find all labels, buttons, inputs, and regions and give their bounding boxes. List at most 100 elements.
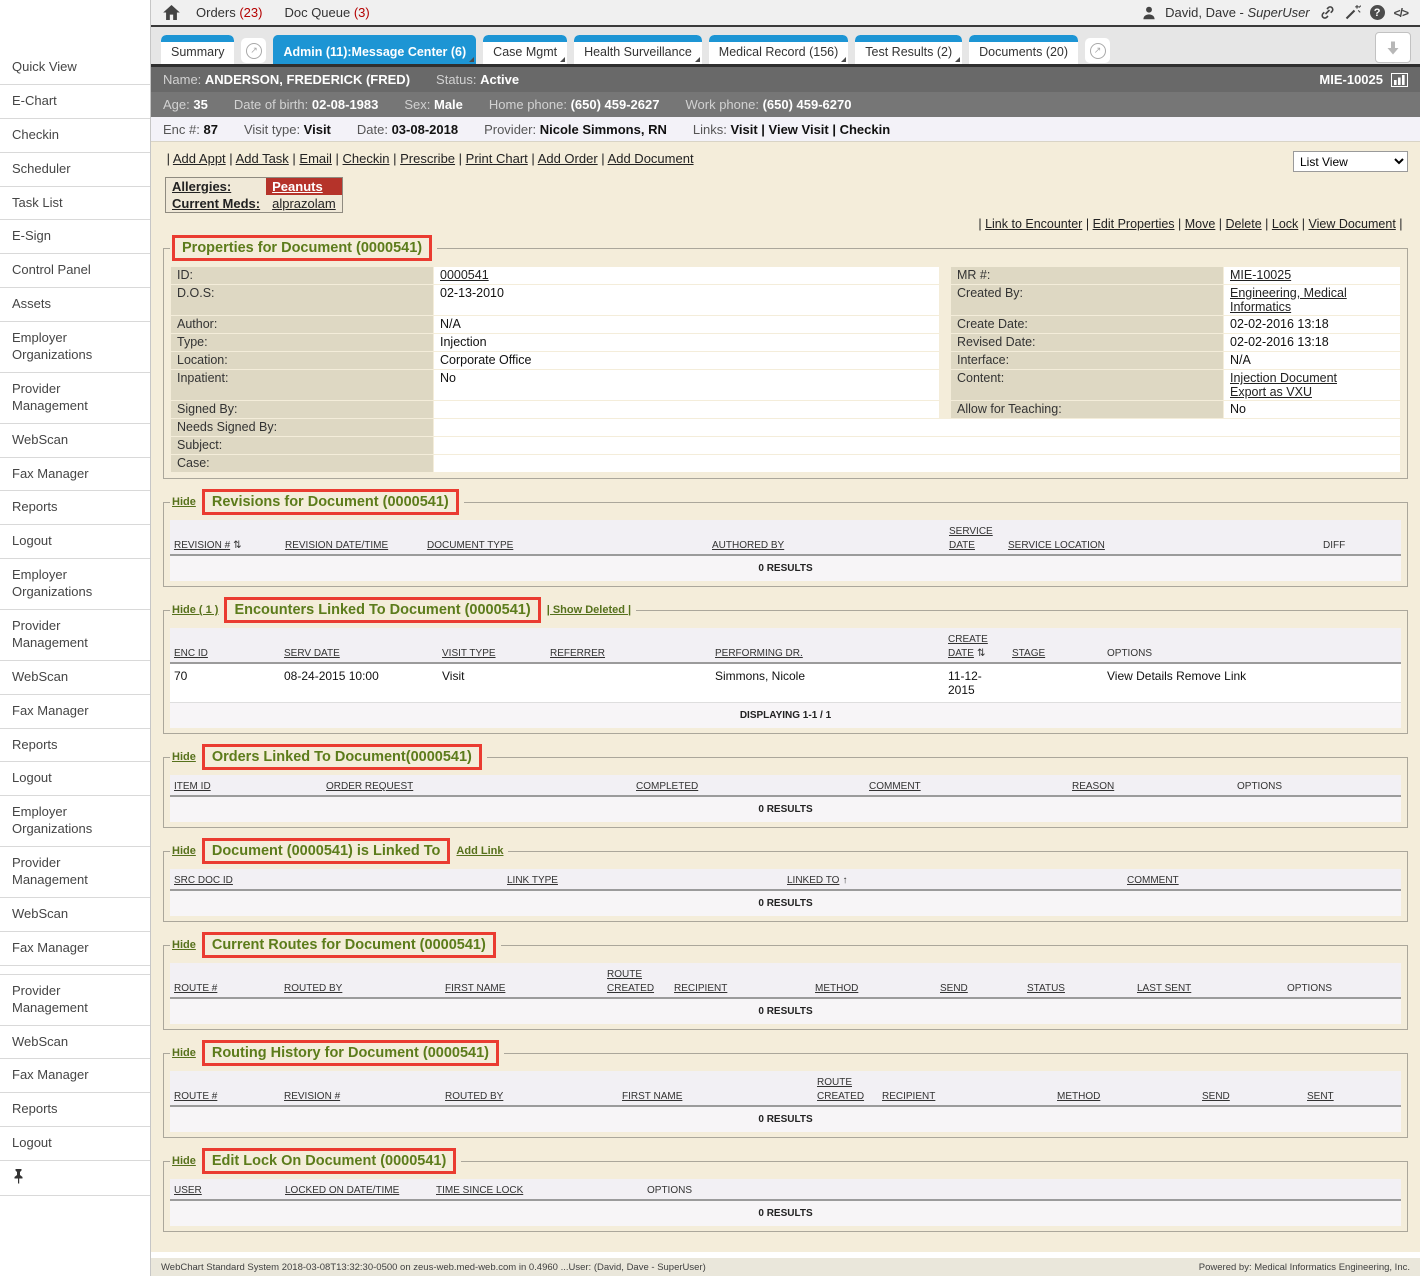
column-header-reason[interactable]: REASON	[1068, 775, 1233, 796]
column-header-revision[interactable]: REVISION #	[280, 1071, 441, 1106]
0000541-link[interactable]: 0000541	[440, 268, 489, 282]
sidebar-item-reports[interactable]: Reports	[0, 1093, 150, 1127]
view-select[interactable]: List View	[1293, 151, 1408, 172]
link-to-encounter-link[interactable]: Link to Encounter	[985, 217, 1082, 231]
download-arrow-button[interactable]	[1375, 32, 1411, 63]
column-header-route[interactable]: ROUTE #	[170, 963, 280, 998]
edit-properties-link[interactable]: Edit Properties	[1093, 217, 1175, 231]
current-meds-link[interactable]: Current Meds:	[172, 196, 260, 211]
add-task-link[interactable]: Add Task	[236, 151, 289, 166]
sidebar-item-checkin[interactable]: Checkin	[0, 119, 150, 153]
column-header-enc-id[interactable]: ENC ID	[170, 628, 280, 663]
prescribe-link[interactable]: Prescribe	[400, 151, 455, 166]
pin-sidebar-button[interactable]	[0, 1161, 150, 1196]
column-header-document-type[interactable]: DOCUMENT TYPE	[423, 520, 708, 555]
column-header-stage[interactable]: STAGE	[1008, 628, 1103, 663]
sort-icon[interactable]: ⇅	[233, 540, 241, 551]
column-header-first-name[interactable]: FIRST NAME	[618, 1071, 813, 1106]
hide-routing-history-link[interactable]: Hide	[172, 1047, 196, 1059]
column-header-recipient[interactable]: RECIPIENT	[878, 1071, 1053, 1106]
sidebar-item-logout[interactable]: Logout	[0, 762, 150, 796]
column-header-revision[interactable]: REVISION #⇅	[170, 520, 281, 555]
hide-encounters-link[interactable]: Hide ( 1 )	[172, 604, 218, 616]
hide-orders-link[interactable]: Hide	[172, 751, 196, 763]
sidebar-item-provider-management[interactable]: Provider Management	[0, 373, 150, 424]
column-header-performing-dr[interactable]: PERFORMING DR.	[711, 628, 944, 663]
column-header-linked-to[interactable]: LINKED TO↑	[783, 869, 1123, 890]
tab-case-mgmt[interactable]: Case Mgmt	[483, 35, 567, 64]
column-header-referrer[interactable]: REFERRER	[546, 628, 711, 663]
column-header-authored-by[interactable]: AUTHORED BY	[708, 520, 945, 555]
allergy-peanuts-link[interactable]: Peanuts	[272, 179, 323, 194]
sidebar-item-webscan[interactable]: WebScan	[0, 1026, 150, 1060]
add-document-link[interactable]: Add Document	[608, 151, 694, 166]
email-link[interactable]: Email	[299, 151, 332, 166]
sidebar-item-employer-organizations[interactable]: Employer Organizations	[0, 796, 150, 847]
column-header-revision-date-time[interactable]: REVISION DATE/TIME	[281, 520, 423, 555]
sidebar-item-provider-management[interactable]: Provider Management	[0, 610, 150, 661]
column-header-first-name[interactable]: FIRST NAME	[441, 963, 603, 998]
column-header-src-doc-id[interactable]: SRC DOC ID	[170, 869, 503, 890]
column-header-last-sent[interactable]: LAST SENT	[1133, 963, 1283, 998]
sidebar-item-fax-manager[interactable]: Fax Manager	[0, 932, 150, 966]
open-in-new-button[interactable]: ↗	[241, 38, 266, 63]
tab-documents-20[interactable]: Documents (20)	[969, 35, 1078, 64]
column-header-completed[interactable]: COMPLETED	[632, 775, 865, 796]
column-header-item-id[interactable]: ITEM ID	[170, 775, 322, 796]
lock-link[interactable]: Lock	[1272, 217, 1298, 231]
add-appt-link[interactable]: Add Appt	[173, 151, 226, 166]
sidebar-item-logout[interactable]: Logout	[0, 1127, 150, 1161]
show-deleted-link[interactable]: | Show Deleted |	[547, 604, 631, 616]
column-header-service-date[interactable]: SERVICEDATE	[945, 520, 1004, 555]
sidebar-item-logout[interactable]: Logout	[0, 525, 150, 559]
column-header-method[interactable]: METHOD	[811, 963, 936, 998]
column-header-send[interactable]: SEND	[1198, 1071, 1303, 1106]
sidebar-item-webscan[interactable]: WebScan	[0, 661, 150, 695]
column-header-locked-on-date-time[interactable]: LOCKED ON DATE/TIME	[281, 1179, 432, 1200]
column-header-routed-by[interactable]: ROUTED BY	[441, 1071, 618, 1106]
sidebar-item-reports[interactable]: Reports	[0, 729, 150, 763]
sidebar-item-e-sign[interactable]: E-Sign	[0, 220, 150, 254]
column-header-comment[interactable]: COMMENT	[865, 775, 1068, 796]
help-icon[interactable]: ?	[1370, 5, 1385, 20]
move-link[interactable]: Move	[1185, 217, 1216, 231]
open-in-new-button[interactable]: ↗	[1085, 38, 1110, 63]
sidebar-item-employer-organizations[interactable]: Employer Organizations	[0, 559, 150, 610]
add-order-link[interactable]: Add Order	[538, 151, 598, 166]
chart-stats-icon[interactable]	[1391, 73, 1408, 87]
sidebar-item-fax-manager[interactable]: Fax Manager	[0, 1059, 150, 1093]
tab-health-surveillance[interactable]: Health Surveillance	[574, 35, 702, 64]
column-header-comment[interactable]: COMMENT	[1123, 869, 1401, 890]
column-header-sent[interactable]: SENT	[1303, 1071, 1401, 1106]
sort-icon[interactable]: ↑	[842, 875, 847, 886]
column-header-order-request[interactable]: ORDER REQUEST	[322, 775, 632, 796]
sidebar-item-quick-view[interactable]: Quick View	[0, 51, 150, 85]
code-icon[interactable]: </>	[1394, 6, 1408, 20]
sidebar-item-employer-organizations[interactable]: Employer Organizations	[0, 322, 150, 373]
sidebar-item-webscan[interactable]: WebScan	[0, 424, 150, 458]
column-header-service-location[interactable]: SERVICE LOCATION	[1004, 520, 1319, 555]
sidebar-item-control-panel[interactable]: Control Panel	[0, 254, 150, 288]
column-header-route[interactable]: ROUTE #	[170, 1071, 280, 1106]
mie-10025-link[interactable]: MIE-10025	[1230, 268, 1291, 282]
column-header-user[interactable]: USER	[170, 1179, 281, 1200]
tab-test-results-2[interactable]: Test Results (2)	[855, 35, 962, 64]
wand-icon[interactable]	[1345, 5, 1361, 20]
med-alprazolam-link[interactable]: alprazolam	[272, 196, 336, 211]
topnav-orders[interactable]: Orders (23)	[196, 5, 262, 20]
hide-linked-to-link[interactable]: Hide	[172, 845, 196, 857]
sidebar-item-provider-management[interactable]: Provider Management	[0, 847, 150, 898]
sidebar-item-fax-manager[interactable]: Fax Manager	[0, 458, 150, 492]
tab-admin-11-message-center-6[interactable]: Admin (11):Message Center (6)	[273, 35, 476, 64]
tab-medical-record-156[interactable]: Medical Record (156)	[709, 35, 849, 64]
link-icon[interactable]	[1319, 5, 1336, 20]
delete-link[interactable]: Delete	[1226, 217, 1262, 231]
sort-icon[interactable]: ⇅	[977, 648, 985, 659]
sidebar-item-fax-manager[interactable]: Fax Manager	[0, 695, 150, 729]
column-header-route-created[interactable]: ROUTECREATED	[813, 1071, 878, 1106]
mrn-link[interactable]: MIE-10025	[1319, 72, 1383, 87]
sidebar-item-webscan[interactable]: WebScan	[0, 898, 150, 932]
sidebar-item-scheduler[interactable]: Scheduler	[0, 153, 150, 187]
column-header-send[interactable]: SEND	[936, 963, 1023, 998]
sidebar-item-provider-management[interactable]: Provider Management	[0, 975, 150, 1026]
